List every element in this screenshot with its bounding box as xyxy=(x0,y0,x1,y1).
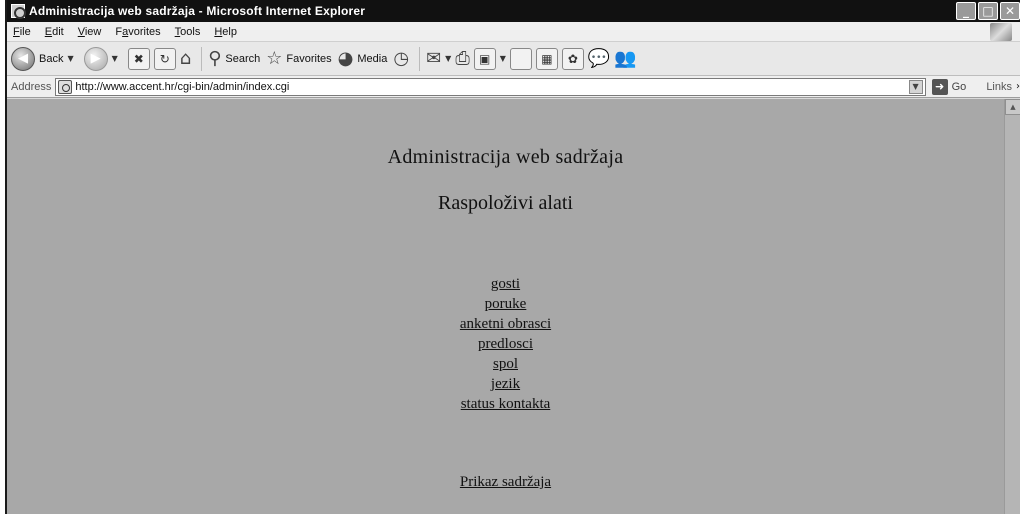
search-button[interactable]: ⚲ Search xyxy=(208,45,260,73)
link-anketni-obrasci[interactable]: anketni obrasci xyxy=(460,316,551,332)
content-preview-link-wrap: Prikaz sadržaja xyxy=(7,472,1004,492)
chevron-down-icon[interactable]: ▼ xyxy=(67,54,73,63)
address-bar: Address ▼ ➜ Go Links › xyxy=(7,76,1020,98)
forward-arrow-icon: ▶ xyxy=(83,46,108,71)
browser-window: Administracija web sadržaja - Microsoft … xyxy=(5,0,1020,514)
go-button[interactable]: ➜ Go xyxy=(931,78,967,95)
maximize-button[interactable]: □ xyxy=(978,2,998,20)
link-gosti[interactable]: gosti xyxy=(491,276,520,292)
windows-logo-icon xyxy=(990,23,1012,41)
menu-favorites-rest: vorites xyxy=(128,25,161,38)
messenger-bubble-icon[interactable]: 💬 xyxy=(588,48,610,70)
media-button[interactable]: ◕ Media xyxy=(338,45,388,73)
back-arrow-icon: ◀ xyxy=(11,46,35,71)
mail-icon[interactable]: ✉ xyxy=(426,48,441,70)
print-icon[interactable]: ⎙ xyxy=(455,48,469,70)
favorites-label: Favorites xyxy=(286,52,332,65)
menu-edit-key: E xyxy=(44,25,53,38)
menu-tools-rest: ools xyxy=(180,25,201,38)
list-item: spol xyxy=(7,354,1004,374)
list-item: anketni obrasci xyxy=(7,314,1004,334)
menu-edit[interactable]: Edit xyxy=(39,26,72,38)
link-spol[interactable]: spol xyxy=(493,356,518,372)
page-title: Administracija web sadržaja xyxy=(387,146,624,168)
links-label[interactable]: Links xyxy=(986,81,1012,93)
media-label: Media xyxy=(357,52,388,65)
menu-bar: File Edit View Favorites Tools Help xyxy=(7,22,1020,42)
address-field[interactable]: ▼ xyxy=(55,77,926,96)
link-status-kontakta[interactable]: status kontakta xyxy=(461,396,551,412)
edit-icon[interactable]: ▣ xyxy=(473,47,496,70)
chevron-down-icon[interactable]: ▼ xyxy=(500,54,506,63)
chevron-down-icon[interactable]: ▼ xyxy=(908,79,923,94)
page-content: Administracija web sadržaja Raspoloživi … xyxy=(7,99,1020,514)
menu-view-rest: iew xyxy=(84,25,102,38)
dictionary-icon[interactable]: ▦ xyxy=(535,47,558,70)
list-item: jezik xyxy=(7,374,1004,394)
link-predlosci[interactable]: predlosci xyxy=(478,336,533,352)
list-item: poruke xyxy=(7,294,1004,314)
ie-page-icon xyxy=(11,4,26,19)
menu-help[interactable]: Help xyxy=(208,26,245,38)
back-button[interactable]: ◀ Back ▼ xyxy=(11,45,78,73)
menu-file[interactable]: File xyxy=(7,26,39,38)
history-icon[interactable]: ◷ xyxy=(393,48,409,70)
page-subtitle: Raspoloživi alati xyxy=(438,192,573,214)
refresh-icon[interactable]: ↻ xyxy=(153,47,176,70)
menu-file-key: F xyxy=(13,25,20,38)
favorites-button[interactable]: ☆ Favorites xyxy=(266,45,331,73)
minimize-button[interactable]: _ xyxy=(956,2,976,20)
toolbar-separator xyxy=(419,46,421,71)
menu-view-key: V xyxy=(77,25,85,38)
tool-link-list: gosti poruke anketni obrasci predlosci s… xyxy=(7,274,1004,414)
media-icon: ◕ xyxy=(337,47,354,69)
home-icon[interactable]: ⌂ xyxy=(180,48,191,70)
link-jezik[interactable]: jezik xyxy=(491,376,520,392)
search-icon: ⚲ xyxy=(208,47,222,69)
stop-icon[interactable]: ✖ xyxy=(127,47,150,70)
scroll-up-icon[interactable]: ▲ xyxy=(1005,99,1020,115)
address-label: Address xyxy=(11,80,52,93)
link-poruke[interactable]: poruke xyxy=(485,296,527,312)
blank-page-icon[interactable] xyxy=(509,47,532,70)
ie-page-icon xyxy=(58,79,73,94)
flower-icon[interactable]: ✿ xyxy=(561,47,584,70)
go-arrow-icon: ➜ xyxy=(931,78,948,95)
title-bar: Administracija web sadržaja - Microsoft … xyxy=(7,0,1020,22)
search-label: Search xyxy=(225,52,261,65)
menu-tools[interactable]: Tools xyxy=(169,26,209,38)
address-input[interactable] xyxy=(75,80,896,93)
window-title: Administracija web sadržaja - Microsoft … xyxy=(29,4,366,18)
list-item: status kontakta xyxy=(7,394,1004,414)
chevron-down-icon[interactable]: ▼ xyxy=(445,54,451,63)
list-item: gosti xyxy=(7,274,1004,294)
vertical-scrollbar[interactable]: ▲ xyxy=(1004,99,1020,514)
menu-help-rest: elp xyxy=(222,25,237,38)
list-item: predlosci xyxy=(7,334,1004,354)
go-label: Go xyxy=(951,80,967,93)
toolbar-separator xyxy=(201,46,203,71)
link-prikaz-sadrzaja[interactable]: Prikaz sadržaja xyxy=(460,474,551,490)
messenger-people-icon[interactable]: 👥 xyxy=(614,48,636,70)
chevron-right-icon[interactable]: › xyxy=(1016,81,1020,92)
forward-button[interactable]: ▶ ▼ xyxy=(83,45,122,73)
menu-view[interactable]: View xyxy=(72,26,110,38)
window-controls: _ □ ✕ xyxy=(956,2,1020,20)
star-icon: ☆ xyxy=(266,47,283,69)
chevron-down-icon[interactable]: ▼ xyxy=(112,54,118,63)
standard-toolbar: ◀ Back ▼ ▶ ▼ ✖ ↻ ⌂ ⚲ Search ☆ Favorites … xyxy=(7,42,1020,76)
menu-file-rest: ile xyxy=(19,25,31,38)
back-label: Back xyxy=(39,52,64,65)
close-button[interactable]: ✕ xyxy=(1000,2,1020,20)
menu-edit-rest: dit xyxy=(52,25,64,38)
menu-favorites[interactable]: Favorites xyxy=(109,26,168,38)
